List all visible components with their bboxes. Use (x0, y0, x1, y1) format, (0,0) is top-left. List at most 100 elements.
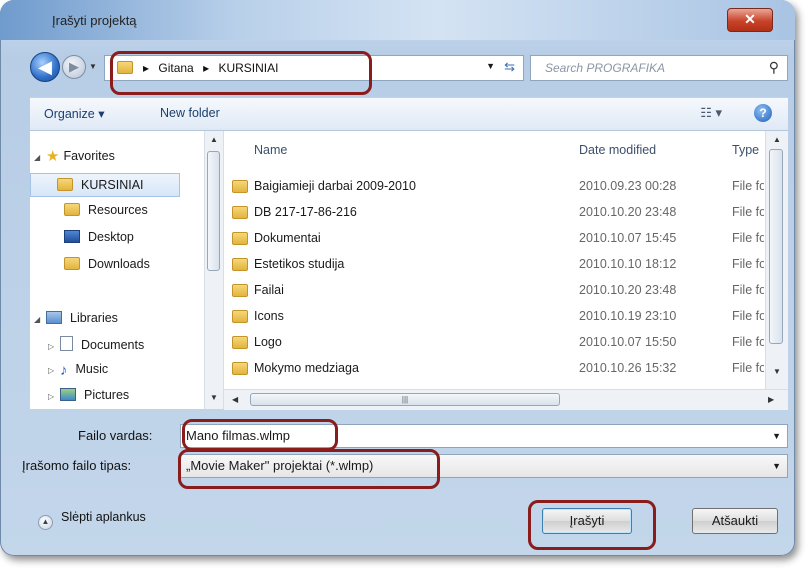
filename-value: Mano filmas.wlmp (186, 428, 291, 443)
list-scrollbar[interactable]: ▲ ▼ (765, 131, 788, 389)
history-dropdown-icon[interactable]: ▼ (89, 62, 97, 71)
hide-folders-button[interactable]: ▲ Slėpti aplankus (38, 510, 146, 530)
filetype-label: Įrašomo failo tipas: (22, 458, 132, 473)
save-dialog: Įrašyti projektą ✕ ◀ ▶ ▼ ▸ Gitana ▸ KURS… (0, 0, 795, 556)
file-name: Icons (254, 309, 284, 323)
expand-icon[interactable]: ▷ (48, 392, 58, 401)
nav-item-music[interactable]: ▷ ♪ Music (48, 362, 108, 386)
scroll-up-icon[interactable]: ▲ (773, 135, 781, 144)
organize-button[interactable]: Organize ▾ (44, 106, 104, 121)
file-name: DB 217-17-86-216 (254, 205, 357, 219)
folder-icon (57, 178, 73, 191)
folder-icon (232, 362, 248, 375)
nav-item-desktop[interactable]: Desktop (64, 230, 134, 254)
new-folder-button[interactable]: New folder (160, 106, 220, 120)
search-icon[interactable]: ⚲ (769, 59, 779, 76)
folder-icon (64, 203, 80, 216)
command-toolbar: Organize ▾ New folder ☷ ▾ ? (30, 97, 788, 131)
nav-scrollbar[interactable]: ▲ ▼ (204, 131, 224, 409)
browser-pane: ◢ ★ Favorites KURSINIAI Resources Desktop … (30, 131, 788, 410)
nav-item-downloads[interactable]: Downloads (64, 257, 150, 281)
table-row[interactable]: Mokymo medziaga 2010.10.26 15:32 File fol (224, 357, 764, 383)
help-icon[interactable]: ? (754, 104, 772, 122)
nav-label: Downloads (88, 257, 150, 271)
scroll-down-icon[interactable]: ▼ (773, 367, 781, 376)
nav-label: Libraries (70, 311, 118, 325)
breadcrumb-separator-icon: ▸ (143, 61, 150, 75)
nav-label: Music (75, 362, 109, 376)
nav-label: Favorites (63, 149, 115, 163)
column-header-type[interactable]: Type (732, 143, 759, 157)
table-row[interactable]: Baigiamieji darbai 2009-2010 2010.09.23 0… (224, 175, 764, 201)
table-row[interactable]: Logo 2010.10.07 15:50 File fol (224, 331, 764, 357)
nav-item-documents[interactable]: ▷ Documents (48, 336, 144, 360)
column-header-name[interactable]: Name (254, 143, 287, 157)
table-row[interactable]: Dokumentai 2010.10.07 15:45 File fol (224, 227, 764, 253)
scroll-up-icon[interactable]: ▲ (210, 135, 218, 144)
file-type: File fol (732, 205, 764, 219)
filename-dropdown-icon[interactable]: ▼ (772, 431, 781, 441)
column-header-date[interactable]: Date modified (579, 143, 656, 157)
scroll-right-icon[interactable]: ▶ (768, 395, 774, 404)
breadcrumb-item[interactable]: KURSINIAI (218, 61, 278, 75)
scroll-thumb[interactable] (207, 151, 220, 271)
nav-item-kursiniai[interactable]: KURSINIAI (30, 173, 180, 197)
search-input[interactable]: Search PROGRAFIKA ⚲ (530, 55, 788, 81)
file-date: 2010.10.10 18:12 (579, 257, 677, 271)
close-button[interactable]: ✕ (727, 8, 773, 32)
document-icon (60, 336, 73, 351)
dialog-footer: ▲ Slėpti aplankus Įrašyti Atšaukti (30, 488, 788, 548)
nav-item-pictures[interactable]: ▷ Pictures (48, 388, 129, 412)
file-name: Baigiamieji darbai 2009-2010 (254, 179, 416, 193)
file-date: 2010.10.07 15:45 (579, 231, 677, 245)
folder-icon (232, 206, 248, 219)
folder-icon (232, 336, 248, 349)
folder-icon (232, 258, 248, 271)
filetype-select[interactable]: „Movie Maker" projektai (*.wlmp) ▼ (180, 454, 788, 478)
expand-icon[interactable]: ▷ (48, 366, 58, 375)
file-type: File fol (732, 335, 764, 349)
file-date: 2010.10.26 15:32 (579, 361, 677, 375)
scroll-thumb[interactable] (769, 149, 783, 344)
nav-favorites[interactable]: ◢ ★ Favorites (34, 147, 115, 171)
nav-label: Desktop (88, 230, 134, 244)
downloads-icon (64, 257, 80, 270)
save-fields: Failo vardas: Mano filmas.wlmp ▼ Įrašomo… (22, 412, 788, 484)
file-type: File fol (732, 179, 764, 193)
back-button[interactable]: ◀ (30, 52, 60, 82)
horizontal-scrollbar[interactable]: ◀ ||| ▶ (224, 389, 788, 410)
nav-item-resources[interactable]: Resources (64, 203, 148, 227)
file-date: 2010.10.20 23:48 (579, 283, 677, 297)
scroll-left-icon[interactable]: ◀ (232, 395, 238, 404)
file-list: Name Date modified Type Baigiamieji darb… (224, 131, 764, 389)
filename-input[interactable]: Mano filmas.wlmp ▼ (180, 424, 788, 448)
address-bar[interactable]: ▸ Gitana ▸ KURSINIAI ▼ ⇆ (104, 55, 524, 81)
address-dropdown-icon[interactable]: ▼ (486, 61, 495, 71)
file-date: 2010.10.07 15:50 (579, 335, 677, 349)
save-button[interactable]: Įrašyti (542, 508, 632, 534)
cancel-button[interactable]: Atšaukti (692, 508, 778, 534)
scroll-down-icon[interactable]: ▼ (210, 393, 218, 402)
refresh-icon[interactable]: ⇆ (504, 59, 515, 75)
scroll-thumb[interactable]: ||| (250, 393, 560, 406)
nav-label: Documents (81, 338, 145, 352)
expand-icon[interactable]: ◢ (34, 153, 44, 162)
desktop-icon (64, 230, 80, 243)
table-row[interactable]: DB 217-17-86-216 2010.10.20 23:48 File fol (224, 201, 764, 227)
nav-libraries[interactable]: ◢ Libraries (34, 311, 118, 335)
table-row[interactable]: Estetikos studija 2010.10.10 18:12 File fo… (224, 253, 764, 279)
expand-icon[interactable]: ▷ (48, 342, 58, 351)
title-bar[interactable]: Įrašyti projektą ✕ (0, 0, 795, 40)
breadcrumb-item[interactable]: Gitana (158, 61, 193, 75)
view-options-icon[interactable]: ☷ ▾ (700, 105, 722, 121)
folder-icon (232, 232, 248, 245)
table-row[interactable]: Failai 2010.10.20 23:48 File fol (224, 279, 764, 305)
file-type: File fol (732, 283, 764, 297)
navigation-pane: ◢ ★ Favorites KURSINIAI Resources Desktop … (30, 131, 202, 409)
file-date: 2010.10.20 23:48 (579, 205, 677, 219)
expand-icon[interactable]: ◢ (34, 315, 44, 324)
table-row[interactable]: Icons 2010.10.19 23:10 File fol (224, 305, 764, 331)
filetype-dropdown-icon[interactable]: ▼ (772, 461, 781, 471)
forward-button[interactable]: ▶ (62, 55, 86, 79)
chevron-up-icon: ▲ (38, 515, 53, 530)
